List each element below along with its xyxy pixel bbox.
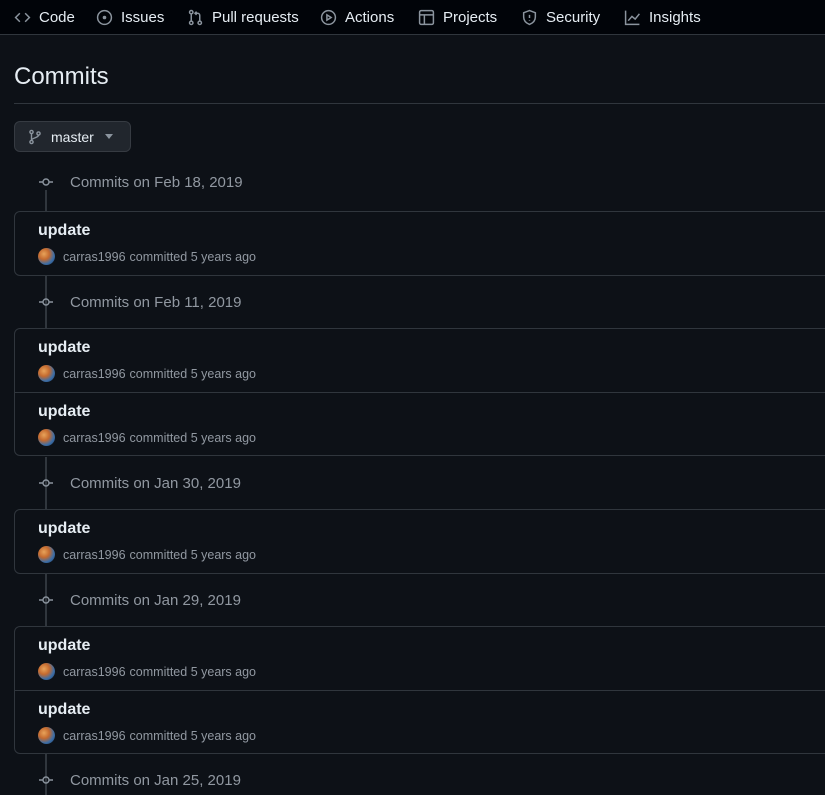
page-title: Commits xyxy=(14,63,109,90)
avatar[interactable] xyxy=(38,663,55,680)
title-divider xyxy=(14,103,825,104)
commit-group-date: Commits on Jan 29, 2019 xyxy=(70,591,241,609)
commit-meta: carras1996 committed 5 years ago xyxy=(38,546,256,563)
avatar[interactable] xyxy=(38,429,55,446)
commit-row: update carras1996 committed 5 years ago xyxy=(15,212,825,275)
commit-group-date: Commits on Feb 11, 2019 xyxy=(70,293,242,311)
shield-icon xyxy=(522,9,537,26)
git-commit-icon xyxy=(39,776,53,784)
code-icon xyxy=(14,12,31,23)
commit-list: update carras1996 committed 5 years ago … xyxy=(14,626,825,754)
commit-time: 5 years ago xyxy=(190,430,257,445)
tab-code-label: Code xyxy=(39,9,75,26)
commit-row: update carras1996 committed 5 years ago xyxy=(15,690,825,753)
branch-name: master xyxy=(51,128,94,145)
commit-time: 5 years ago xyxy=(190,547,257,562)
table-icon xyxy=(418,9,435,26)
git-branch-icon xyxy=(29,129,41,144)
tab-projects[interactable]: Projects xyxy=(418,0,497,35)
commit-author-link[interactable]: carras1996 xyxy=(63,367,126,381)
tab-projects-label: Projects xyxy=(443,9,498,26)
commit-group-header: Commits on Jan 30, 2019 xyxy=(0,468,825,498)
tab-insights-label: Insights xyxy=(649,9,701,26)
commit-author-link[interactable]: carras1996 xyxy=(63,431,126,445)
tab-actions-label: Actions xyxy=(345,9,395,26)
commit-time: 5 years ago xyxy=(190,728,257,743)
commit-list: update carras1996 committed 5 years ago xyxy=(14,211,825,276)
commit-title-link[interactable]: update xyxy=(38,701,90,719)
commit-time: 5 years ago xyxy=(190,249,257,264)
commit-list: update carras1996 committed 5 years ago … xyxy=(14,328,825,456)
commit-time: 5 years ago xyxy=(190,366,257,381)
tab-issues-label: Issues xyxy=(121,9,165,26)
commit-author-link[interactable]: carras1996 xyxy=(63,548,126,562)
commit-row: update carras1996 committed 5 years ago xyxy=(15,627,825,690)
issue-opened-icon xyxy=(96,9,113,26)
avatar[interactable] xyxy=(38,727,55,744)
tab-code[interactable]: Code xyxy=(14,0,75,35)
tab-actions[interactable]: Actions xyxy=(320,0,394,35)
tab-pull-requests[interactable]: Pull requests xyxy=(187,0,299,35)
commit-verb: committed xyxy=(129,249,188,264)
chevron-down-icon xyxy=(104,134,113,139)
commit-row: update carras1996 committed 5 years ago xyxy=(15,392,825,455)
commit-meta: carras1996 committed 5 years ago xyxy=(38,663,256,680)
tab-security[interactable]: Security xyxy=(521,0,600,35)
commit-list: update carras1996 committed 5 years ago xyxy=(14,509,825,574)
commit-author-link[interactable]: carras1996 xyxy=(63,250,126,264)
tab-pull-requests-label: Pull requests xyxy=(212,9,299,26)
commit-meta: carras1996 committed 5 years ago xyxy=(38,365,256,382)
avatar[interactable] xyxy=(38,546,55,563)
play-icon xyxy=(320,9,337,26)
commit-title-link[interactable]: update xyxy=(38,520,90,538)
graph-icon xyxy=(624,10,640,26)
commit-author-link[interactable]: carras1996 xyxy=(63,729,126,743)
tab-insights[interactable]: Insights xyxy=(624,0,701,35)
branch-selector-button[interactable]: master xyxy=(14,121,131,152)
git-commit-icon xyxy=(39,178,53,186)
commit-title-link[interactable]: update xyxy=(38,222,90,240)
commit-meta: carras1996 committed 5 years ago xyxy=(38,429,256,446)
commit-time: 5 years ago xyxy=(190,664,257,679)
avatar[interactable] xyxy=(38,248,55,265)
avatar[interactable] xyxy=(38,365,55,382)
repo-nav: Code Issues Pull requests Actions Projec… xyxy=(0,0,825,35)
commit-group-date: Commits on Jan 25, 2019 xyxy=(70,771,241,789)
commit-group-header: Commits on Jan 29, 2019 xyxy=(0,585,825,615)
git-commit-icon xyxy=(39,298,53,306)
tab-issues[interactable]: Issues xyxy=(96,0,164,35)
commit-row: update carras1996 committed 5 years ago xyxy=(15,329,825,392)
commit-meta: carras1996 committed 5 years ago xyxy=(38,248,256,265)
commit-group-header: Commits on Feb 11, 2019 xyxy=(0,287,825,317)
commit-group-date: Commits on Feb 18, 2019 xyxy=(70,173,243,191)
commit-verb: committed xyxy=(129,547,188,562)
git-pull-request-icon xyxy=(188,9,203,26)
git-commit-icon xyxy=(39,479,53,487)
tab-security-label: Security xyxy=(546,9,601,26)
commit-verb: committed xyxy=(129,430,188,445)
commit-author-link[interactable]: carras1996 xyxy=(63,665,126,679)
commit-verb: committed xyxy=(129,366,188,381)
commit-verb: committed xyxy=(129,728,188,743)
commit-title-link[interactable]: update xyxy=(38,403,90,421)
git-commit-icon xyxy=(39,596,53,604)
commit-meta: carras1996 committed 5 years ago xyxy=(38,727,256,744)
commit-group-header: Commits on Feb 18, 2019 xyxy=(0,167,825,197)
commit-row: update carras1996 committed 5 years ago xyxy=(15,510,825,573)
commit-verb: committed xyxy=(129,664,188,679)
commit-group-header: Commits on Jan 25, 2019 xyxy=(0,765,825,795)
commit-group-date: Commits on Jan 30, 2019 xyxy=(70,474,241,492)
commit-title-link[interactable]: update xyxy=(38,339,90,357)
commit-title-link[interactable]: update xyxy=(38,637,90,655)
